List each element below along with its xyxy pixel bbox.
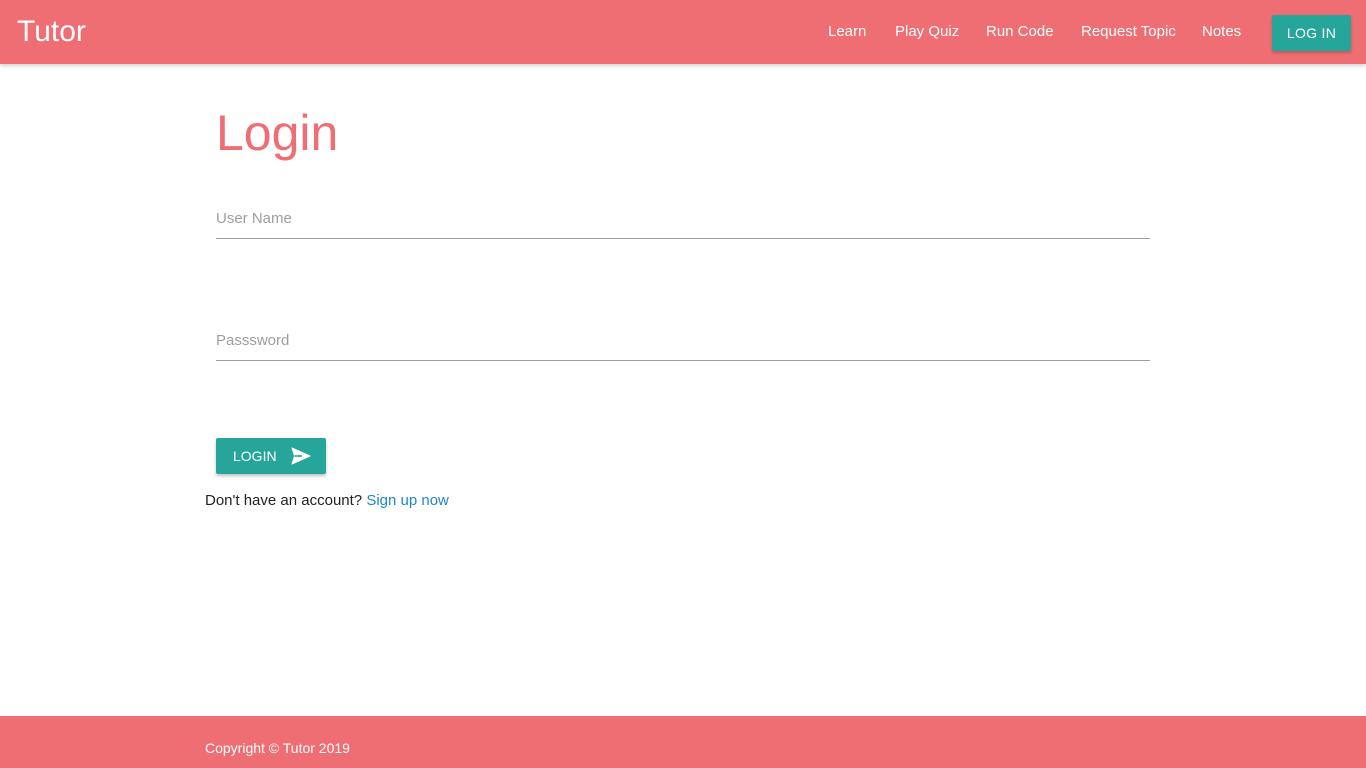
login-submit-button[interactable]: LOGIN: [216, 438, 326, 474]
top-navbar: Tutor Learn Play Quiz Run Code Request T…: [0, 0, 1366, 64]
footer: Copyright © Tutor 2019: [0, 716, 1366, 768]
page: Tutor Learn Play Quiz Run Code Request T…: [0, 0, 1366, 768]
copyright-text: Copyright © Tutor 2019: [205, 740, 350, 756]
nav-login-button[interactable]: LOG IN: [1272, 15, 1351, 51]
login-submit-label: LOGIN: [233, 448, 277, 464]
nav-link-play-quiz[interactable]: Play Quiz: [895, 22, 959, 42]
page-title: Login: [216, 105, 339, 161]
password-input[interactable]: [216, 321, 1150, 361]
signup-link[interactable]: Sign up now: [366, 492, 449, 509]
brand-logo[interactable]: Tutor: [17, 13, 86, 51]
username-input[interactable]: [216, 199, 1150, 239]
signup-prompt-line: Don't have an account? Sign up now: [205, 491, 449, 511]
nav-link-run-code[interactable]: Run Code: [986, 22, 1054, 42]
signup-prompt-text: Don't have an account?: [205, 492, 363, 509]
nav-link-request-topic[interactable]: Request Topic: [1081, 22, 1176, 42]
nav-link-notes[interactable]: Notes: [1202, 22, 1241, 42]
nav-link-learn[interactable]: Learn: [828, 22, 866, 42]
send-icon: [291, 447, 311, 465]
